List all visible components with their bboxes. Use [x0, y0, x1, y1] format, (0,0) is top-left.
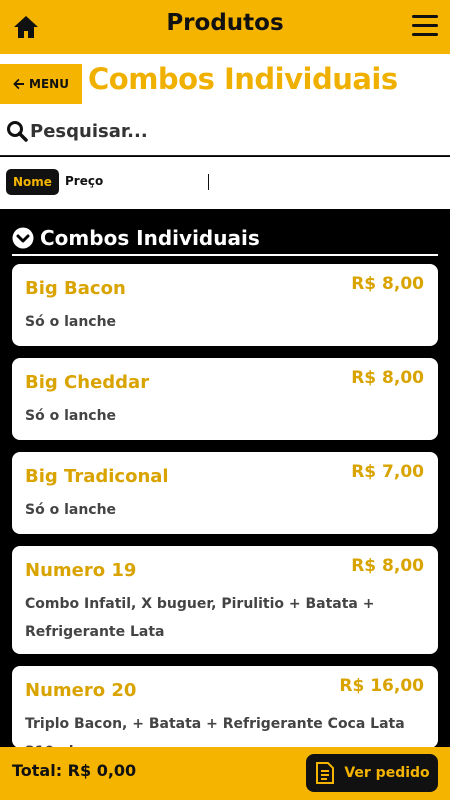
chevron-down-icon	[12, 227, 34, 249]
search-input[interactable]	[30, 116, 430, 146]
back-to-menu-button[interactable]: MENU	[0, 64, 82, 104]
hamburger-icon[interactable]	[412, 15, 438, 37]
product-card[interactable]: Big Cheddar R$ 8,00 Só o lanche	[12, 358, 438, 440]
product-description: Só o lanche	[25, 314, 117, 330]
product-price: R$ 7,00	[351, 462, 424, 482]
cart-total: Total: R$ 0,00	[12, 761, 137, 780]
arrow-left-icon	[13, 78, 25, 90]
search-bar	[0, 104, 450, 156]
product-price: R$ 8,00	[351, 556, 424, 576]
top-app-bar: Produtos	[0, 0, 450, 54]
product-description: Só o lanche	[25, 408, 117, 424]
product-card[interactable]: Big Bacon R$ 8,00 Só o lanche	[12, 264, 438, 346]
product-price: R$ 16,00	[339, 676, 424, 696]
category-header[interactable]: Combos Individuais	[12, 222, 438, 256]
text-cursor	[208, 174, 209, 190]
product-card[interactable]: Big Tradiconal R$ 7,00 Só o lanche	[12, 452, 438, 534]
product-description: Triplo Bacon, + Batata + Refrigerante Co…	[25, 716, 405, 747]
product-price: R$ 8,00	[351, 368, 424, 388]
view-order-label: Ver pedido	[344, 765, 430, 781]
product-description: Combo Infatil, X buguer, Pirulitio + Bat…	[25, 596, 375, 640]
product-name: Big Cheddar	[25, 372, 150, 393]
sort-by-price-button[interactable]: Preço	[65, 174, 103, 188]
view-order-button[interactable]: Ver pedido	[306, 754, 438, 792]
product-name: Numero 19	[25, 560, 137, 581]
page-title: Combos Individuais	[88, 62, 398, 96]
search-icon	[7, 121, 28, 142]
product-card[interactable]: Numero 20 R$ 16,00 Triplo Bacon, + Batat…	[12, 666, 438, 747]
sort-by-name-button[interactable]: Nome	[6, 169, 59, 195]
cart-footer: Total: R$ 0,00 Ver pedido	[0, 747, 450, 800]
page-header: MENU Combos Individuais	[0, 54, 450, 104]
product-name: Numero 20	[25, 680, 137, 701]
product-card[interactable]: Numero 19 R$ 8,00 Combo Infatil, X bugue…	[12, 546, 438, 654]
category-title: Combos Individuais	[40, 226, 260, 250]
menu-button-label: MENU	[29, 77, 69, 91]
product-description: Só o lanche	[25, 502, 117, 518]
sort-bar: Nome Preço	[0, 157, 450, 209]
product-price: R$ 8,00	[351, 274, 424, 294]
product-name: Big Bacon	[25, 278, 126, 299]
product-name: Big Tradiconal	[25, 466, 169, 487]
product-list: Combos Individuais Big Bacon R$ 8,00 Só …	[0, 210, 450, 747]
document-icon	[316, 762, 335, 784]
app-title: Produtos	[166, 10, 284, 36]
